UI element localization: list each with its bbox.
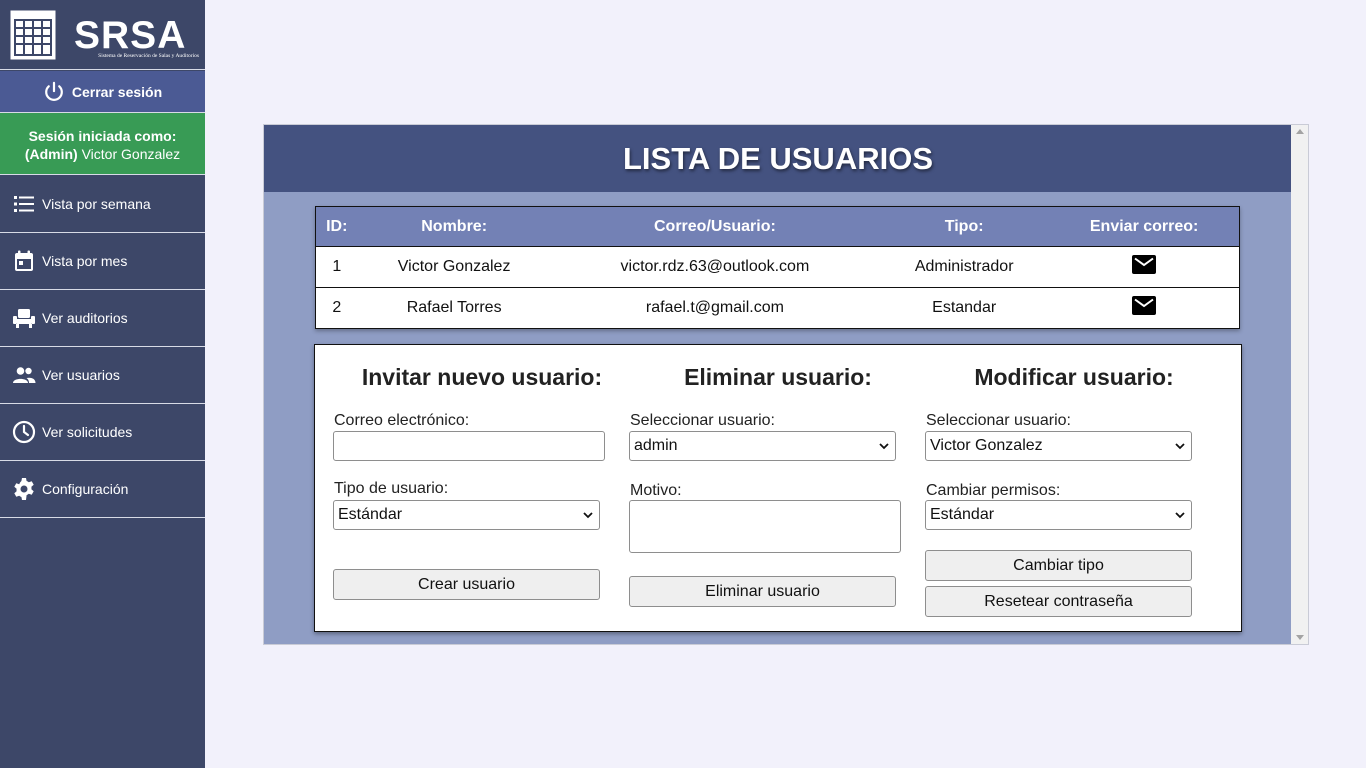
users-table: ID: Nombre: Correo/Usuario: Tipo: Enviar… <box>315 206 1240 329</box>
modify-user-value: Victor Gonzalez <box>930 437 1043 454</box>
reason-label: Motivo: <box>630 482 682 499</box>
email-field[interactable] <box>333 431 605 461</box>
list-icon <box>14 196 34 212</box>
user-type-label: Tipo de usuario: <box>334 480 449 497</box>
column-header-send-email: Enviar correo: <box>1049 206 1240 247</box>
table-header-row: ID: Nombre: Correo/Usuario: Tipo: Enviar… <box>315 206 1240 247</box>
delete-user-section: Eliminar usuario: Seleccionar usuario: a… <box>628 345 928 633</box>
user-type-select[interactable]: Estándar <box>333 500 600 530</box>
user-type-value: Estándar <box>338 506 403 523</box>
brand-name: SRSA <box>74 14 187 57</box>
table-row: 1 Victor Gonzalez victor.rdz.63@outlook.… <box>315 246 1240 288</box>
permissions-value: Estándar <box>930 506 995 523</box>
calendar-icon <box>15 250 33 271</box>
session-role: (Admin) <box>24 146 78 162</box>
column-header-name: Nombre: <box>357 206 551 247</box>
reset-password-button[interactable]: Resetear contraseña <box>925 586 1192 617</box>
column-header-email: Correo/Usuario: <box>550 206 880 247</box>
cell-send-email <box>1049 287 1240 329</box>
sidebar: SRSA Sistema de Reservación de Salas y A… <box>0 0 205 768</box>
cell-send-email <box>1049 246 1240 288</box>
cell-name: Rafael Torres <box>357 287 551 329</box>
sidebar-item-label: Ver solicitudes <box>42 424 133 440</box>
chevron-down-icon <box>583 512 593 519</box>
column-header-type: Tipo: <box>879 206 1050 247</box>
sidebar-item-label: Vista por semana <box>42 196 151 212</box>
cell-type: Administrador <box>879 246 1050 288</box>
sidebar-item-requests[interactable]: Ver solicitudes <box>0 404 205 461</box>
delete-user-select[interactable]: admin <box>629 431 896 461</box>
sidebar-item-users[interactable]: Ver usuarios <box>0 347 205 404</box>
delete-user-button[interactable]: Eliminar usuario <box>629 576 896 607</box>
scroll-down-arrow-icon[interactable] <box>1296 635 1304 640</box>
session-info: Sesión iniciada como: (Admin) Victor Gon… <box>0 113 205 175</box>
modify-title: Modificar usuario: <box>974 364 1174 390</box>
calendar-grid-logo-icon <box>10 10 56 60</box>
invite-title: Invitar nuevo usuario: <box>361 364 603 390</box>
chevron-down-icon <box>1175 512 1185 519</box>
sidebar-item-settings[interactable]: Configuración <box>0 461 205 518</box>
cell-id: 1 <box>315 246 358 288</box>
modify-user-section: Modificar usuario: Seleccionar usuario: … <box>924 345 1224 633</box>
users-icon <box>13 367 36 383</box>
logout-label: Cerrar sesión <box>71 83 163 100</box>
column-header-id: ID: <box>315 206 358 247</box>
cell-email: rafael.t@gmail.com <box>550 287 880 329</box>
envelope-icon[interactable] <box>1132 255 1157 274</box>
sidebar-item-week-view[interactable]: Vista por semana <box>0 176 205 233</box>
envelope-icon[interactable] <box>1132 296 1157 315</box>
logout-button[interactable]: Cerrar sesión <box>0 71 205 113</box>
session-user: Victor Gonzalez <box>81 146 181 162</box>
invite-user-section: Invitar nuevo usuario: Correo electrónic… <box>332 345 632 633</box>
change-type-button[interactable]: Cambiar tipo <box>925 550 1192 581</box>
users-panel: LISTA DE USUARIOS ID: Nombre: Correo/Usu… <box>263 124 1309 645</box>
sidebar-item-label: Ver usuarios <box>42 367 120 383</box>
table-row: 2 Rafael Torres rafael.t@gmail.com Estan… <box>315 287 1240 329</box>
session-label: Sesión iniciada como: <box>28 128 177 144</box>
delete-user-value: admin <box>634 437 678 454</box>
permissions-label: Cambiar permisos: <box>926 482 1061 499</box>
create-user-button[interactable]: Crear usuario <box>333 569 600 600</box>
cell-email: victor.rdz.63@outlook.com <box>550 246 880 288</box>
gear-icon <box>14 478 34 500</box>
user-actions-panel: Invitar nuevo usuario: Correo electrónic… <box>314 344 1242 632</box>
chevron-down-icon <box>1175 443 1185 450</box>
sidebar-item-label: Configuración <box>42 481 129 497</box>
sidebar-item-label: Vista por mes <box>42 253 128 269</box>
seat-icon <box>13 309 35 328</box>
sidebar-item-label: Ver auditorios <box>42 310 128 326</box>
permissions-select[interactable]: Estándar <box>925 500 1192 530</box>
reason-field[interactable] <box>629 500 901 553</box>
power-icon <box>44 81 63 101</box>
email-label: Correo electrónico: <box>334 412 470 429</box>
scroll-up-arrow-icon[interactable] <box>1296 129 1304 134</box>
scrollbar[interactable] <box>1291 125 1308 644</box>
delete-select-label: Seleccionar usuario: <box>630 412 775 429</box>
modify-select-label: Seleccionar usuario: <box>926 412 1071 429</box>
page-title: LISTA DE USUARIOS <box>264 125 1292 192</box>
logo[interactable]: SRSA Sistema de Reservación de Salas y A… <box>0 0 205 70</box>
sidebar-item-month-view[interactable]: Vista por mes <box>0 233 205 290</box>
cell-id: 2 <box>315 287 358 329</box>
sidebar-item-auditoriums[interactable]: Ver auditorios <box>0 290 205 347</box>
cell-name: Victor Gonzalez <box>357 246 551 288</box>
chevron-down-icon <box>879 443 889 450</box>
clock-icon <box>12 420 36 444</box>
cell-type: Estandar <box>879 287 1050 329</box>
modify-user-select[interactable]: Victor Gonzalez <box>925 431 1192 461</box>
session-user-line: (Admin) Victor Gonzalez <box>0 145 205 163</box>
brand-tagline: Sistema de Reservación de Salas y Audito… <box>98 53 199 59</box>
delete-title: Eliminar usuario: <box>684 364 872 390</box>
